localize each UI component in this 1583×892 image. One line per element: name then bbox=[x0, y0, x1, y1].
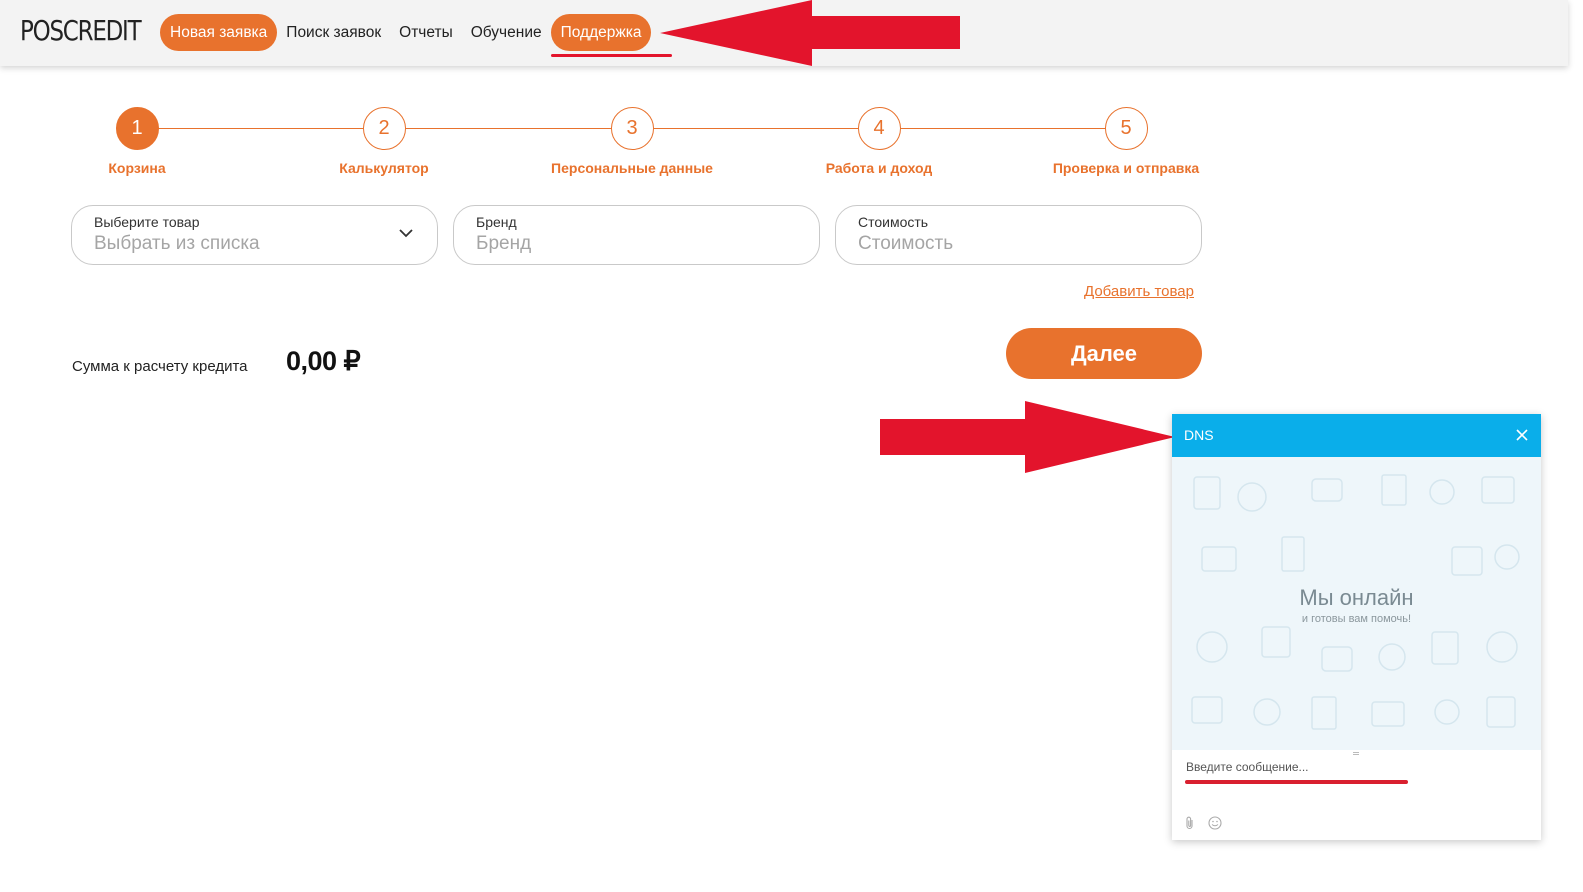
annotation-arrow-left bbox=[660, 0, 960, 66]
price-input[interactable] bbox=[858, 233, 1158, 255]
step-number: 2 bbox=[362, 107, 406, 150]
credit-sum-value: 0,00 ₽ bbox=[286, 346, 361, 376]
main-nav: Новая заявка Поиск заявок Отчеты Обучени… bbox=[160, 14, 652, 51]
step-number: 5 bbox=[1104, 107, 1148, 150]
add-item-link[interactable]: Добавить товар bbox=[1084, 283, 1194, 300]
price-field-label: Стоимость bbox=[858, 214, 929, 230]
step-label: Проверка и отправка bbox=[1052, 160, 1200, 176]
step-number: 3 bbox=[610, 107, 654, 150]
paperclip-icon[interactable] bbox=[1184, 816, 1196, 830]
support-highlight-underline bbox=[551, 54, 672, 57]
step-cart[interactable]: 1 Корзина bbox=[37, 107, 237, 176]
close-icon[interactable] bbox=[1515, 428, 1529, 442]
brand-field[interactable]: Бренд bbox=[453, 205, 820, 265]
step-calculator[interactable]: 2 Калькулятор bbox=[284, 107, 484, 176]
chat-message-input[interactable] bbox=[1186, 760, 1516, 774]
next-button[interactable]: Далее bbox=[1006, 328, 1202, 379]
chat-header: DNS bbox=[1172, 414, 1541, 457]
step-label: Корзина bbox=[108, 160, 166, 176]
step-review-submit[interactable]: 5 Проверка и отправка bbox=[1026, 107, 1226, 176]
chat-widget: DNS Мы онлайн и готовы вам помочь! Введи… bbox=[1172, 414, 1541, 840]
product-select-label: Выберите товар bbox=[94, 214, 200, 230]
nav-search-applications[interactable]: Поиск заявок bbox=[277, 14, 390, 51]
step-label: Персональные данные bbox=[551, 160, 713, 176]
nav-new-application[interactable]: Новая заявка bbox=[160, 14, 278, 51]
product-select-input[interactable] bbox=[94, 233, 394, 255]
chevron-down-icon[interactable] bbox=[399, 226, 413, 240]
nav-reports[interactable]: Отчеты bbox=[390, 14, 462, 51]
chat-input-highlight bbox=[1185, 780, 1408, 784]
credit-sum-label: Сумма к расчету кредита bbox=[72, 358, 248, 375]
annotation-arrow-right bbox=[880, 401, 1175, 473]
chat-title: DNS bbox=[1184, 427, 1214, 443]
progress-stepper: 1 Корзина 2 Калькулятор 3 Персональные д… bbox=[70, 107, 1205, 187]
chat-online-subtitle: и готовы вам помочь! bbox=[1301, 613, 1412, 625]
chat-online-title: Мы онлайн bbox=[1299, 585, 1414, 610]
step-number: 1 bbox=[115, 107, 159, 150]
emoji-icon[interactable] bbox=[1208, 816, 1222, 830]
chat-body: Мы онлайн и готовы вам помочь! bbox=[1172, 457, 1541, 750]
step-work-income[interactable]: 4 Работа и доход bbox=[779, 107, 979, 176]
chat-resize-handle[interactable] bbox=[1353, 752, 1359, 755]
brand-field-label: Бренд bbox=[476, 214, 517, 230]
product-select[interactable]: Выберите товар bbox=[71, 205, 438, 265]
step-personal-data[interactable]: 3 Персональные данные bbox=[532, 107, 732, 176]
logo[interactable]: POSCREDIT bbox=[20, 14, 142, 47]
price-field[interactable]: Стоимость bbox=[835, 205, 1202, 265]
step-label: Калькулятор bbox=[339, 160, 429, 176]
nav-support[interactable]: Поддержка bbox=[550, 14, 652, 51]
step-number: 4 bbox=[857, 107, 901, 150]
brand-input[interactable] bbox=[476, 233, 776, 255]
nav-training[interactable]: Обучение bbox=[462, 14, 551, 51]
step-label: Работа и доход bbox=[825, 160, 933, 176]
